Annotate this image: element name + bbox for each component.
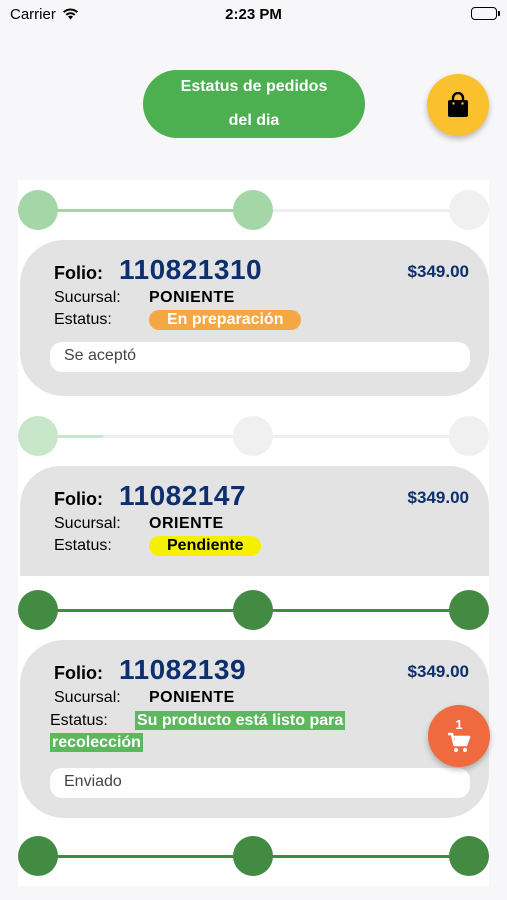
- folio-label: Folio:: [54, 663, 103, 683]
- order-card[interactable]: Folio: 11082147 $349.00 Sucursal: ORIENT…: [20, 466, 489, 576]
- order-note: Se aceptó: [50, 342, 470, 372]
- step-dot: [18, 416, 58, 456]
- order-progress: [18, 580, 489, 640]
- folio-label: Folio:: [54, 263, 103, 283]
- status-badge: En preparación: [149, 310, 302, 330]
- sucursal-label: Sucursal:: [54, 515, 121, 532]
- sucursal-value: PONIENTE: [149, 689, 235, 706]
- sucursal-value: ORIENTE: [149, 515, 224, 532]
- order-price: $349.00: [407, 662, 469, 681]
- sucursal-value: PONIENTE: [149, 289, 235, 306]
- step-dot: [18, 836, 58, 876]
- order-progress: [18, 180, 489, 240]
- sucursal-label: Sucursal:: [54, 689, 121, 706]
- order-price: $349.00: [407, 488, 469, 507]
- order-card[interactable]: Folio: 11082139 $349.00 Sucursal: PONIEN…: [20, 640, 489, 818]
- cart-icon: [448, 732, 471, 752]
- step-dot: [233, 190, 273, 230]
- folio-number: 11082147: [118, 480, 247, 511]
- orders-list: Folio: 110821310 $349.00 Sucursal: PONIE…: [18, 180, 489, 886]
- step-dot: [449, 836, 489, 876]
- status-badge: Pendiente: [149, 536, 262, 556]
- order-card[interactable]: Folio: 110821310 $349.00 Sucursal: PONIE…: [20, 240, 489, 396]
- step-dot: [233, 836, 273, 876]
- order-item: [18, 826, 489, 886]
- clock: 2:23 PM: [225, 5, 282, 23]
- cart-count: 1: [455, 716, 463, 732]
- order-note: Enviado: [50, 768, 470, 798]
- order-item: Folio: 110821310 $349.00 Sucursal: PONIE…: [18, 180, 489, 406]
- step-dot: [449, 416, 489, 456]
- order-progress: [18, 826, 489, 886]
- step-dot: [18, 590, 58, 630]
- step-dot: [18, 190, 58, 230]
- order-price: $349.00: [407, 262, 469, 281]
- step-dot: [449, 590, 489, 630]
- folio-number: 110821310: [118, 254, 263, 285]
- step-dot: [233, 590, 273, 630]
- shopping-bag-button[interactable]: [427, 74, 489, 136]
- page-title: Estatus de pedidos del dia: [143, 70, 365, 138]
- step-dot: [233, 416, 273, 456]
- folio-number: 11082139: [118, 654, 247, 685]
- folio-label: Folio:: [54, 489, 103, 509]
- cart-button[interactable]: 1: [428, 705, 490, 767]
- status-bar: Carrier 2:23 PM: [0, 0, 507, 28]
- estatus-label: Estatus:: [54, 311, 112, 328]
- order-item: Folio: 11082147 $349.00 Sucursal: ORIENT…: [18, 406, 489, 580]
- battery-icon: [471, 7, 500, 20]
- step-dot: [449, 190, 489, 230]
- estatus-label: Estatus:: [50, 712, 108, 729]
- estatus-label: Estatus:: [54, 537, 112, 554]
- order-item: Folio: 11082139 $349.00 Sucursal: PONIEN…: [18, 580, 489, 826]
- sucursal-label: Sucursal:: [54, 289, 121, 306]
- shopping-bag-icon: [448, 92, 468, 117]
- order-progress: [18, 406, 489, 466]
